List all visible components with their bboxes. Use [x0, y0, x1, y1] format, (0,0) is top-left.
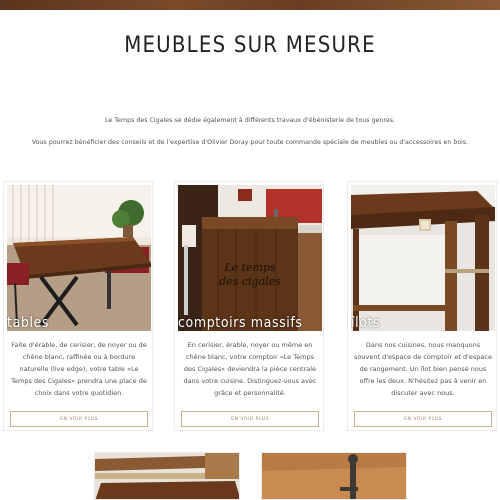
tables-photo[interactable]: tables	[7, 185, 151, 331]
card-tables: tables Faite d'érable, de cerisier, de n…	[3, 181, 153, 431]
intro-paragraph-2: Vous pourrez bénéficier des conseils et …	[31, 139, 469, 146]
comptoirs-description: En cerisier, érable, noyer ou même en ch…	[183, 341, 317, 397]
card-ilots: îlots Dans nos cuisines, nous manquons s…	[347, 181, 497, 431]
card-comptoirs: Le temps des cigales comptoirs massifs E…	[174, 181, 324, 431]
tables-overlay-label: tables	[7, 315, 50, 331]
bottom-photo-2[interactable]	[261, 452, 407, 500]
top-wood-banner	[0, 0, 500, 10]
ilots-photo[interactable]: îlots	[351, 185, 495, 331]
ilots-description: Dans nos cuisines, nous manquons souvent…	[354, 341, 492, 397]
intro-paragraph-1: Le Temps des Cigales se dédie également …	[105, 117, 395, 124]
svg-text:des cigales: des cigales	[219, 275, 281, 288]
comptoirs-overlay-label: comptoirs massifs	[178, 315, 303, 331]
photo-logo-text: Le temps	[223, 261, 276, 274]
bottom-photo-1[interactable]	[94, 452, 240, 500]
tables-description: Faite d'érable, de cerisier, de noyer ou…	[11, 341, 147, 397]
comptoirs-more-button[interactable]: EN VOIR PLUS	[181, 411, 319, 427]
tables-more-button[interactable]: EN VOIR PLUS	[10, 411, 148, 427]
ilots-more-button[interactable]: EN VOIR PLUS	[354, 411, 492, 427]
comptoirs-photo[interactable]: Le temps des cigales comptoirs massifs	[178, 185, 322, 331]
ilots-overlay-label: îlots	[351, 315, 381, 331]
page-title: MEUBLES SUR MESURE	[124, 33, 376, 58]
